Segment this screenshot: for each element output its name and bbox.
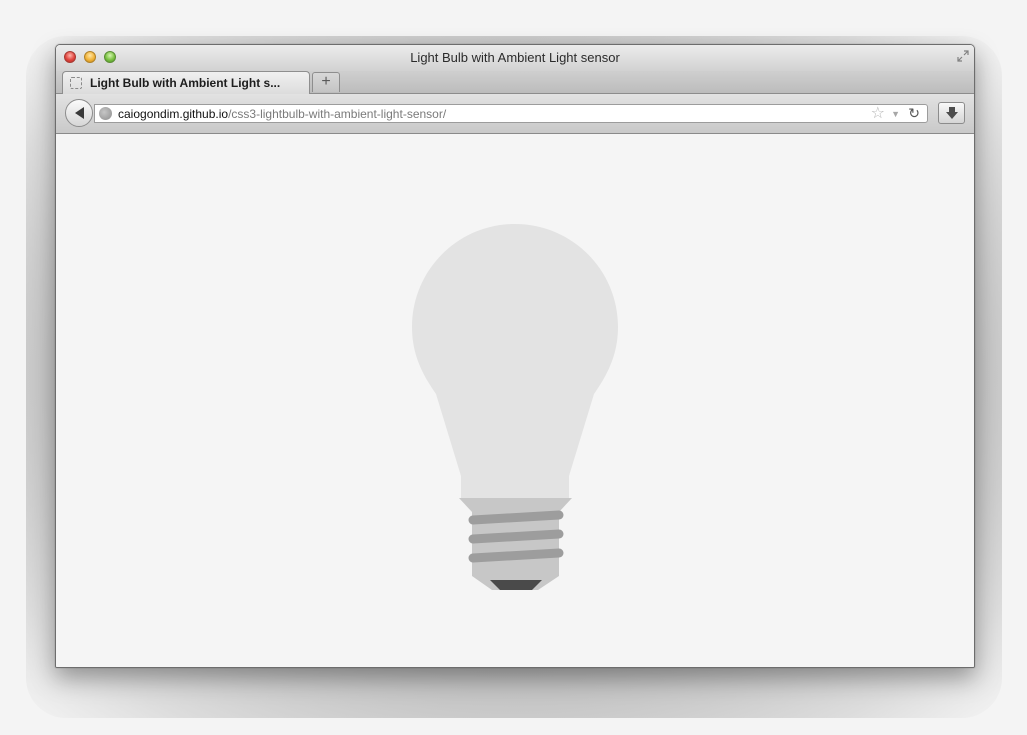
bulb-glass [412, 224, 618, 499]
tab-active[interactable]: Light Bulb with Ambient Light s... [62, 71, 310, 94]
back-button[interactable] [65, 99, 93, 127]
new-tab-button[interactable]: + [312, 72, 340, 92]
downloads-button[interactable] [938, 102, 965, 124]
reload-icon[interactable]: ↻ [908, 105, 920, 122]
fullscreen-icon[interactable] [956, 50, 970, 64]
address-bar[interactable]: caiogondim.github.io/css3-lightbulb-with… [94, 104, 928, 123]
navigation-toolbar: caiogondim.github.io/css3-lightbulb-with… [56, 94, 974, 134]
title-bar[interactable]: Light Bulb with Ambient Light sensor [56, 45, 974, 71]
favicon-placeholder-icon [70, 77, 82, 89]
page-content [56, 134, 974, 667]
download-icon [946, 107, 958, 119]
bulb-thread-3 [468, 548, 564, 563]
bulb-thread-1 [468, 510, 564, 525]
tab-strip: Light Bulb with Ambient Light s... + [56, 71, 974, 94]
url-host: caiogondim.github.io [118, 107, 229, 121]
star-icon[interactable]: ☆ [871, 105, 885, 122]
url-path: /css3-lightbulb-with-ambient-light-senso… [228, 107, 447, 121]
window-title: Light Bulb with Ambient Light sensor [410, 50, 620, 65]
light-bulb-illustration[interactable] [412, 224, 618, 592]
back-arrow-icon [75, 107, 84, 119]
url-text[interactable]: caiogondim.github.io/css3-lightbulb-with… [118, 107, 446, 121]
tab-label: Light Bulb with Ambient Light s... [90, 76, 281, 90]
browser-window: Light Bulb with Ambient Light sensor Lig… [55, 44, 975, 668]
dropdown-icon[interactable]: ▼ [891, 107, 900, 121]
globe-icon [99, 107, 112, 120]
bulb-thread-2 [468, 529, 564, 544]
